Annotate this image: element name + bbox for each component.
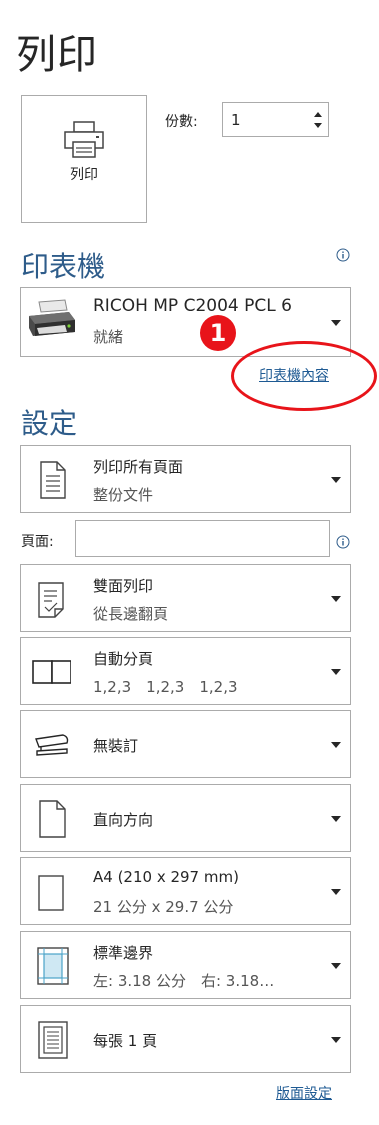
chevron-down-icon [331, 669, 341, 675]
copies-label: 份數: [165, 114, 198, 130]
printer-properties-link[interactable]: 印表機內容 [259, 365, 329, 385]
pages-label: 頁面: [21, 534, 54, 550]
collate-dropdown[interactable]: 自動分頁 1,2,3 1,2,3 1,2,3 [20, 637, 351, 705]
info-icon[interactable] [336, 535, 350, 549]
chevron-down-icon [331, 596, 341, 602]
staple-dropdown[interactable]: 無裝訂 [20, 710, 351, 778]
printer-status: 就緒 [93, 328, 124, 346]
printer-section-title: 印表機 [21, 250, 106, 283]
margins-icon [37, 947, 69, 985]
print-range-label: 列印所有頁面 [93, 458, 184, 476]
page-setup-link[interactable]: 版面設定 [276, 1083, 332, 1103]
spinner-arrows-icon[interactable] [313, 108, 323, 132]
duplex-page-icon [38, 582, 64, 618]
paper-size-icon [38, 875, 64, 911]
printer-device-icon [29, 299, 75, 336]
margins-dropdown[interactable]: 標準邊界 左: 3.18 公分 右: 3.18… [20, 931, 351, 999]
document-pages-icon [40, 461, 66, 499]
collate-icon [32, 660, 71, 684]
paper-size-sublabel: 21 公分 x 29.7 公分 [93, 898, 234, 916]
chevron-down-icon [331, 889, 341, 895]
paper-size-label: A4 (210 x 297 mm) [93, 868, 239, 886]
info-icon[interactable] [336, 248, 350, 262]
margins-sublabel: 左: 3.18 公分 右: 3.18… [93, 972, 275, 990]
chevron-down-icon [331, 963, 341, 969]
page-title: 列印 [16, 32, 98, 78]
copies-stepper[interactable]: 1 [222, 102, 329, 137]
chevron-down-icon [331, 816, 341, 822]
orientation-label: 直向方向 [93, 811, 154, 829]
portrait-page-icon [39, 800, 66, 838]
pages-per-sheet-label: 每張 1 頁 [93, 1032, 158, 1050]
print-button-label: 列印 [70, 167, 98, 183]
printer-name: RICOH MP C2004 PCL 6 [93, 296, 292, 316]
chevron-down-icon [331, 742, 341, 748]
orientation-dropdown[interactable]: 直向方向 [20, 784, 351, 852]
chevron-down-icon [331, 320, 341, 326]
duplex-label: 雙面列印 [93, 577, 154, 595]
copies-value[interactable]: 1 [231, 111, 241, 129]
pages-per-sheet-dropdown[interactable]: 每張 1 頁 [20, 1005, 351, 1073]
collate-sublabel: 1,2,3 1,2,3 1,2,3 [93, 678, 238, 696]
collate-label: 自動分頁 [93, 650, 154, 668]
margins-label: 標準邊界 [93, 944, 154, 962]
pages-input[interactable] [75, 520, 330, 557]
printer-icon [64, 121, 104, 158]
pages-per-sheet-icon [38, 1021, 68, 1059]
chevron-down-icon [331, 477, 341, 483]
staple-label: 無裝訂 [93, 737, 139, 755]
print-button[interactable]: 列印 [21, 95, 147, 223]
callout-badge: 1 [200, 315, 236, 351]
duplex-sublabel: 從長邊翻頁 [93, 605, 169, 623]
chevron-down-icon [331, 1037, 341, 1043]
settings-section-title: 設定 [21, 407, 78, 440]
duplex-dropdown[interactable]: 雙面列印 從長邊翻頁 [20, 564, 351, 632]
print-range-sublabel: 整份文件 [93, 486, 154, 504]
print-range-dropdown[interactable]: 列印所有頁面 整份文件 [20, 445, 351, 513]
paper-size-dropdown[interactable]: A4 (210 x 297 mm) 21 公分 x 29.7 公分 [20, 857, 351, 925]
stapler-icon [35, 734, 69, 756]
